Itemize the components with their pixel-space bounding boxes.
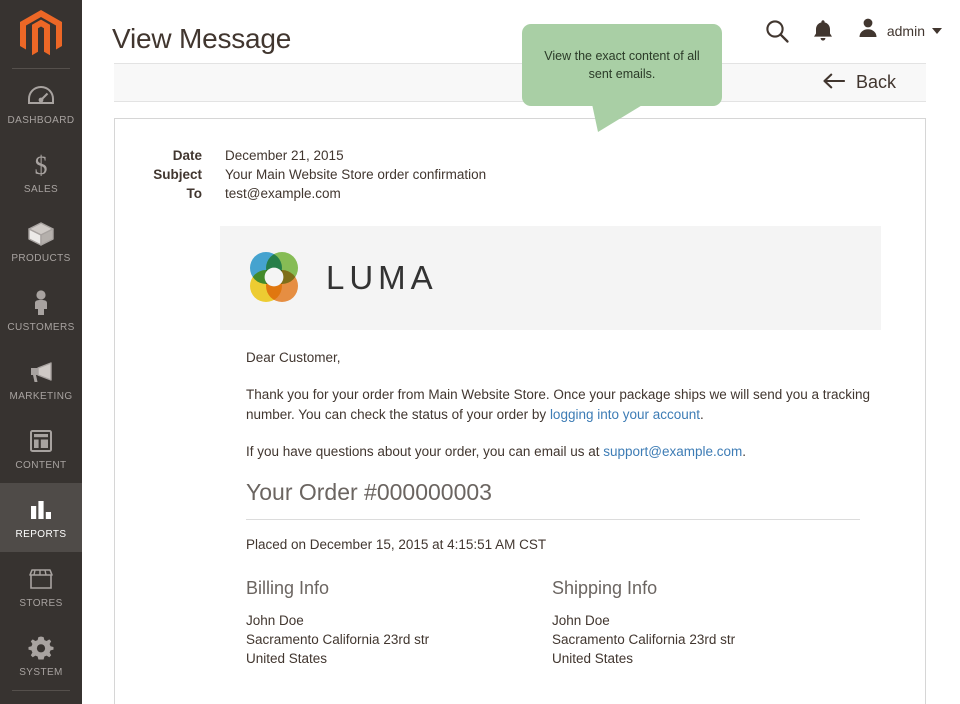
sidebar-item-label: SALES [23,184,59,195]
billing-line: United States [246,651,328,666]
message-content-card: Date December 21, 2015 Subject Your Main… [114,118,926,704]
meta-value: December 21, 2015 [225,148,344,163]
back-button-label: Back [855,72,896,92]
meta-row-subject: Subject Your Main Website Store order co… [115,165,925,184]
sidebar-item-find-partners-extensions[interactable]: FIND PARTNERS & EXTENSIONS [0,691,82,704]
order-addresses: Billing Info John Doe Sacramento Califor… [246,578,871,668]
megaphone-icon [2,357,80,387]
sidebar-item-dashboard[interactable]: DASHBOARD [0,69,82,138]
shipping-info-block: Shipping Info John Doe Sacramento Califo… [552,578,858,668]
email-paragraph-1: Thank you for your order from Main Websi… [246,385,871,425]
header-actions: admin [764,16,942,45]
magento-logo-icon [20,10,62,56]
email-preview: LUMA Dear Customer, Thank you for your o… [115,226,925,668]
email-paragraph-2-text: If you have questions about your order, … [246,444,604,459]
email-paragraph-1-tail: . [700,407,704,422]
billing-info-block: Billing Info John Doe Sacramento Califor… [246,578,552,668]
sidebar-item-label: PRODUCTS [11,253,71,264]
message-meta: Date December 21, 2015 Subject Your Main… [115,146,925,203]
storefront-icon [2,564,80,594]
sidebar-item-content[interactable]: CONTENT [0,414,82,483]
account-link[interactable]: logging into your account [550,407,700,422]
admin-header: View Message admin [82,0,960,63]
admin-username: admin [886,22,925,39]
meta-label: To [186,186,203,201]
sidebar-item-reports[interactable]: REPORTS [0,483,82,552]
layout-icon [2,426,80,456]
sidebar-item-products[interactable]: PRODUCTS [0,207,82,276]
email-brand-header: LUMA [220,226,881,330]
sidebar-item-marketing[interactable]: MARKETING [0,345,82,414]
billing-info-title: Billing Info [246,578,330,598]
meta-value: Your Main Website Store order confirmati… [225,167,487,182]
sidebar-item-label: MARKETING [9,391,73,402]
email-body-inner: Dear Customer, Thank you for your order … [246,330,871,668]
support-email-link[interactable]: support@example.com [603,444,742,459]
tooltip-text: View the exact content of all sent email… [544,49,700,81]
dashboard-icon [2,81,80,111]
shipping-line: John Doe [552,613,610,628]
admin-page: DASHBOARD $ SALES PRODUCTS CUSTOMERS MAR… [0,0,960,704]
box-icon [2,219,80,249]
admin-sidebar: DASHBOARD $ SALES PRODUCTS CUSTOMERS MAR… [0,0,82,704]
luma-wordmark: LUMA [326,259,438,296]
user-avatar-icon [856,16,880,45]
bar-chart-icon [2,495,80,525]
luma-circles-icon [250,252,298,302]
onboarding-tooltip[interactable]: View the exact content of all sent email… [522,24,722,106]
meta-row-date: Date December 21, 2015 [115,146,925,165]
page-actions-bar: Back [114,63,926,102]
shipping-line: United States [552,651,634,666]
billing-line: Sacramento California 23rd str [246,632,430,647]
email-greeting: Dear Customer, [246,350,341,365]
admin-user-menu[interactable]: admin [856,16,942,45]
shipping-line: Sacramento California 23rd str [552,632,736,647]
luma-logo: LUMA [245,249,438,307]
bell-icon[interactable] [812,18,834,43]
person-icon [2,288,80,318]
magento-logo[interactable] [0,0,82,68]
meta-label: Date [172,148,202,163]
svg-text:$: $ [35,151,48,179]
gear-icon [2,633,80,663]
sidebar-item-label: DASHBOARD [7,115,75,126]
meta-value: test@example.com [225,186,341,201]
arrow-left-icon [823,73,846,92]
sidebar-item-system[interactable]: SYSTEM [0,621,82,690]
chevron-down-icon [932,27,942,34]
billing-line: John Doe [246,613,304,628]
page-title: View Message [112,23,292,54]
sidebar-item-label: CONTENT [15,460,67,471]
sidebar-item-label: SYSTEM [19,667,63,678]
sidebar-item-stores[interactable]: STORES [0,552,82,621]
sidebar-item-customers[interactable]: CUSTOMERS [0,276,82,345]
meta-label: Subject [153,167,202,182]
sidebar-item-label: STORES [19,598,63,609]
order-heading: Your Order #000000003 [246,479,860,520]
email-paragraph-2: If you have questions about your order, … [246,442,871,462]
sidebar-item-label: REPORTS [15,529,67,540]
back-button[interactable]: Back [823,72,896,93]
tooltip-pointer-icon [592,104,644,132]
sidebar-item-sales[interactable]: $ SALES [0,138,82,207]
email-paragraph-2-tail: . [742,444,746,459]
dollar-icon: $ [2,150,80,180]
sidebar-item-label: CUSTOMERS [7,322,75,333]
order-placed-on: Placed on December 15, 2015 at 4:15:51 A… [246,537,547,552]
shipping-info-title: Shipping Info [552,578,658,598]
search-icon[interactable] [764,18,790,44]
meta-row-to: To test@example.com [115,184,925,203]
